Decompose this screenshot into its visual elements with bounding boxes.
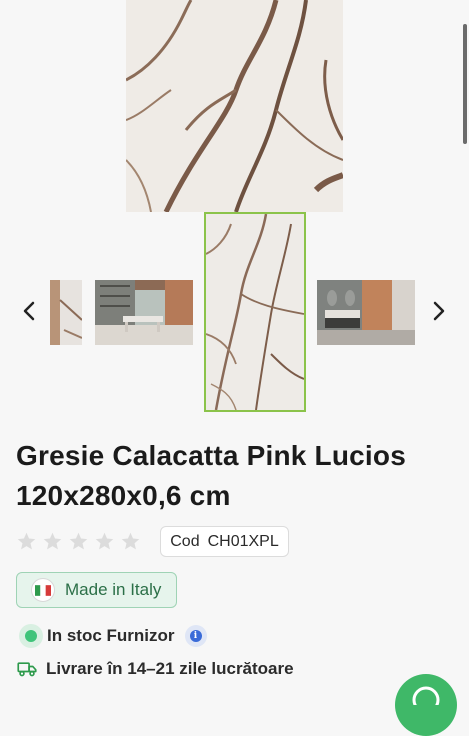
italy-flag-icon — [31, 578, 55, 602]
product-title: Gresie Calacatta Pink Lucios 120x280x0,6… — [16, 440, 406, 511]
delivery-info: Livrare în 14–21 zile lucrătoare — [17, 659, 294, 679]
stock-indicator-icon — [19, 624, 43, 648]
thumbnail-marble-crop[interactable] — [50, 280, 82, 345]
info-icon[interactable]: i — [184, 625, 207, 647]
carousel-prev-button[interactable] — [14, 296, 44, 326]
thumbnail-marble-slab-selected[interactable] — [204, 212, 306, 412]
delivery-label: Livrare în 14–21 zile lucrătoare — [46, 659, 294, 678]
thumbnail-dining-room[interactable] — [95, 280, 193, 345]
stock-label: In stoc Furnizor — [47, 626, 175, 645]
thumbnail-carousel — [0, 212, 469, 412]
product-code-badge: Cod CH01XPL — [160, 526, 289, 557]
carousel-next-button[interactable] — [424, 296, 454, 326]
chat-icon — [412, 686, 440, 705]
stock-status: In stoc Furnizor i — [19, 624, 207, 648]
product-code-value: CH01XPL — [207, 532, 279, 550]
star-icon — [43, 532, 62, 550]
truck-icon — [17, 662, 37, 677]
chevron-left-icon — [23, 301, 35, 321]
rating-stars[interactable] — [16, 531, 141, 552]
main-product-image[interactable] — [126, 0, 343, 212]
made-in-italy-badge: Made in Italy — [16, 572, 177, 608]
chevron-right-icon — [433, 301, 445, 321]
thumbnail-bathroom[interactable] — [317, 280, 415, 345]
chat-button[interactable] — [395, 674, 457, 736]
star-icon — [121, 532, 140, 550]
star-icon — [95, 532, 114, 550]
product-code-label: Cod — [170, 532, 200, 550]
star-icon — [69, 532, 88, 550]
page-scrollbar[interactable] — [463, 24, 467, 144]
made-in-label: Made in Italy — [65, 580, 162, 599]
star-icon — [17, 532, 36, 550]
